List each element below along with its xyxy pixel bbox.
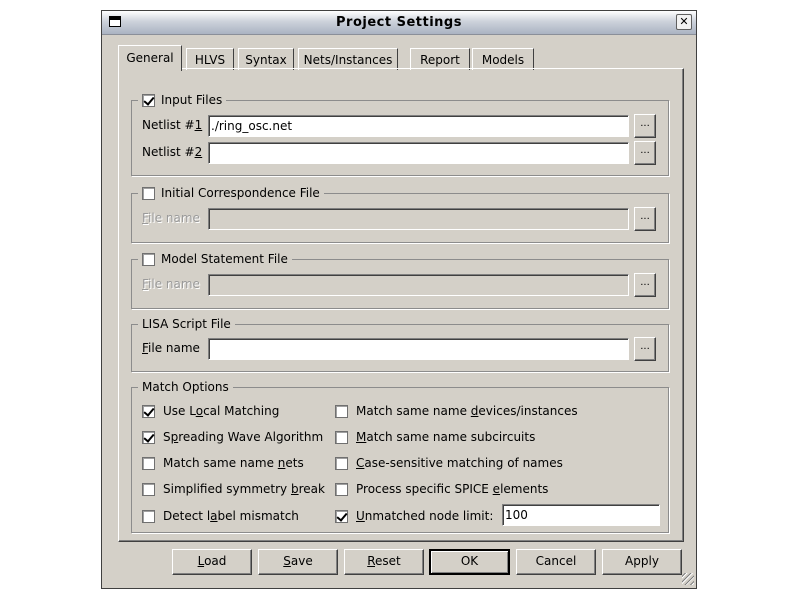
- initial-correspondence-browse-button[interactable]: ...: [634, 207, 656, 231]
- initial-correspondence-checkbox[interactable]: [142, 186, 155, 200]
- simplified-symmetry-break-checkbox[interactable]: [142, 482, 155, 496]
- lisa-script-file-label: File name: [142, 341, 200, 355]
- match-same-name-devices-option[interactable]: Match same name devices/instances: [335, 403, 578, 419]
- detect-label-mismatch-option[interactable]: Detect label mismatch: [142, 508, 299, 524]
- netlist2-label: Netlist #2: [142, 145, 203, 159]
- detect-label-mismatch-checkbox[interactable]: [142, 509, 155, 523]
- unmatched-node-limit-input[interactable]: 100: [502, 504, 660, 526]
- save-button[interactable]: Save: [258, 549, 338, 575]
- initial-correspondence-legend: Initial Correspondence File: [161, 186, 320, 200]
- match-same-name-nets-checkbox[interactable]: [142, 456, 155, 470]
- model-statement-legend: Model Statement File: [161, 252, 288, 266]
- reset-button[interactable]: Reset: [344, 549, 424, 575]
- process-spice-elements-option[interactable]: Process specific SPICE elements: [335, 481, 548, 497]
- initial-correspondence-file-input[interactable]: [208, 208, 629, 230]
- use-local-matching-option[interactable]: Use Local Matching: [142, 403, 279, 419]
- unmatched-node-limit-option[interactable]: Unmatched node limit:: [335, 508, 493, 524]
- match-same-name-nets-option[interactable]: Match same name nets: [142, 455, 304, 471]
- case-sensitive-matching-option[interactable]: Case-sensitive matching of names: [335, 455, 563, 471]
- lisa-script-legend: LISA Script File: [138, 316, 235, 332]
- process-spice-elements-checkbox[interactable]: [335, 482, 348, 496]
- model-statement-file-label: File name: [142, 277, 200, 291]
- spreading-wave-option[interactable]: Spreading Wave Algorithm: [142, 429, 323, 445]
- simplified-symmetry-break-option[interactable]: Simplified symmetry break: [142, 481, 325, 497]
- tab-nets-instances[interactable]: Nets/Instances: [298, 48, 398, 70]
- match-options-group: Match Options Use Local Matching Spreadi…: [131, 379, 669, 533]
- apply-button[interactable]: Apply: [602, 549, 682, 575]
- match-same-name-subcircuits-option[interactable]: Match same name subcircuits: [335, 429, 535, 445]
- unmatched-node-limit-checkbox[interactable]: [335, 509, 348, 523]
- input-files-group: Input Files Netlist #1 ./ring_osc.net ..…: [131, 92, 669, 176]
- netlist1-browse-button[interactable]: ...: [634, 114, 656, 138]
- netlist1-label: Netlist #1: [142, 118, 203, 132]
- tab-hlvs[interactable]: HLVS: [186, 48, 234, 70]
- tab-syntax[interactable]: Syntax: [238, 48, 294, 70]
- use-local-matching-checkbox[interactable]: [142, 404, 155, 418]
- model-statement-checkbox[interactable]: [142, 252, 155, 266]
- resize-grip-icon[interactable]: [682, 573, 694, 585]
- model-statement-group: Model Statement File File name ...: [131, 251, 669, 309]
- input-files-legend: Input Files: [161, 93, 223, 107]
- match-same-name-devices-checkbox[interactable]: [335, 404, 348, 418]
- general-tab-panel: Input Files Netlist #1 ./ring_osc.net ..…: [118, 68, 684, 542]
- project-settings-dialog: Project Settings ✕ General HLVS Syntax N…: [101, 10, 697, 589]
- tab-report[interactable]: Report: [410, 48, 470, 70]
- close-icon[interactable]: ✕: [676, 14, 692, 30]
- load-button[interactable]: Load: [172, 549, 252, 575]
- input-files-checkbox[interactable]: [142, 93, 155, 107]
- cancel-button[interactable]: Cancel: [516, 549, 596, 575]
- netlist1-input[interactable]: ./ring_osc.net: [208, 115, 629, 137]
- netlist2-input[interactable]: [208, 142, 629, 164]
- model-statement-browse-button[interactable]: ...: [634, 273, 656, 297]
- match-same-name-subcircuits-checkbox[interactable]: [335, 430, 348, 444]
- spreading-wave-checkbox[interactable]: [142, 430, 155, 444]
- ok-button[interactable]: OK: [429, 549, 510, 575]
- model-statement-file-input[interactable]: [208, 274, 629, 296]
- initial-correspondence-file-label: File name: [142, 211, 200, 225]
- lisa-script-file-input[interactable]: [208, 338, 629, 360]
- tab-general[interactable]: General: [118, 45, 182, 71]
- title-bar[interactable]: Project Settings ✕: [102, 11, 696, 35]
- lisa-script-browse-button[interactable]: ...: [634, 337, 656, 361]
- initial-correspondence-group: Initial Correspondence File File name ..…: [131, 185, 669, 243]
- tab-models[interactable]: Models: [472, 48, 534, 70]
- match-options-legend: Match Options: [138, 379, 233, 395]
- netlist2-browse-button[interactable]: ...: [634, 141, 656, 165]
- case-sensitive-matching-checkbox[interactable]: [335, 456, 348, 470]
- lisa-script-group: LISA Script File File name ...: [131, 316, 669, 372]
- window-title: Project Settings: [336, 15, 462, 30]
